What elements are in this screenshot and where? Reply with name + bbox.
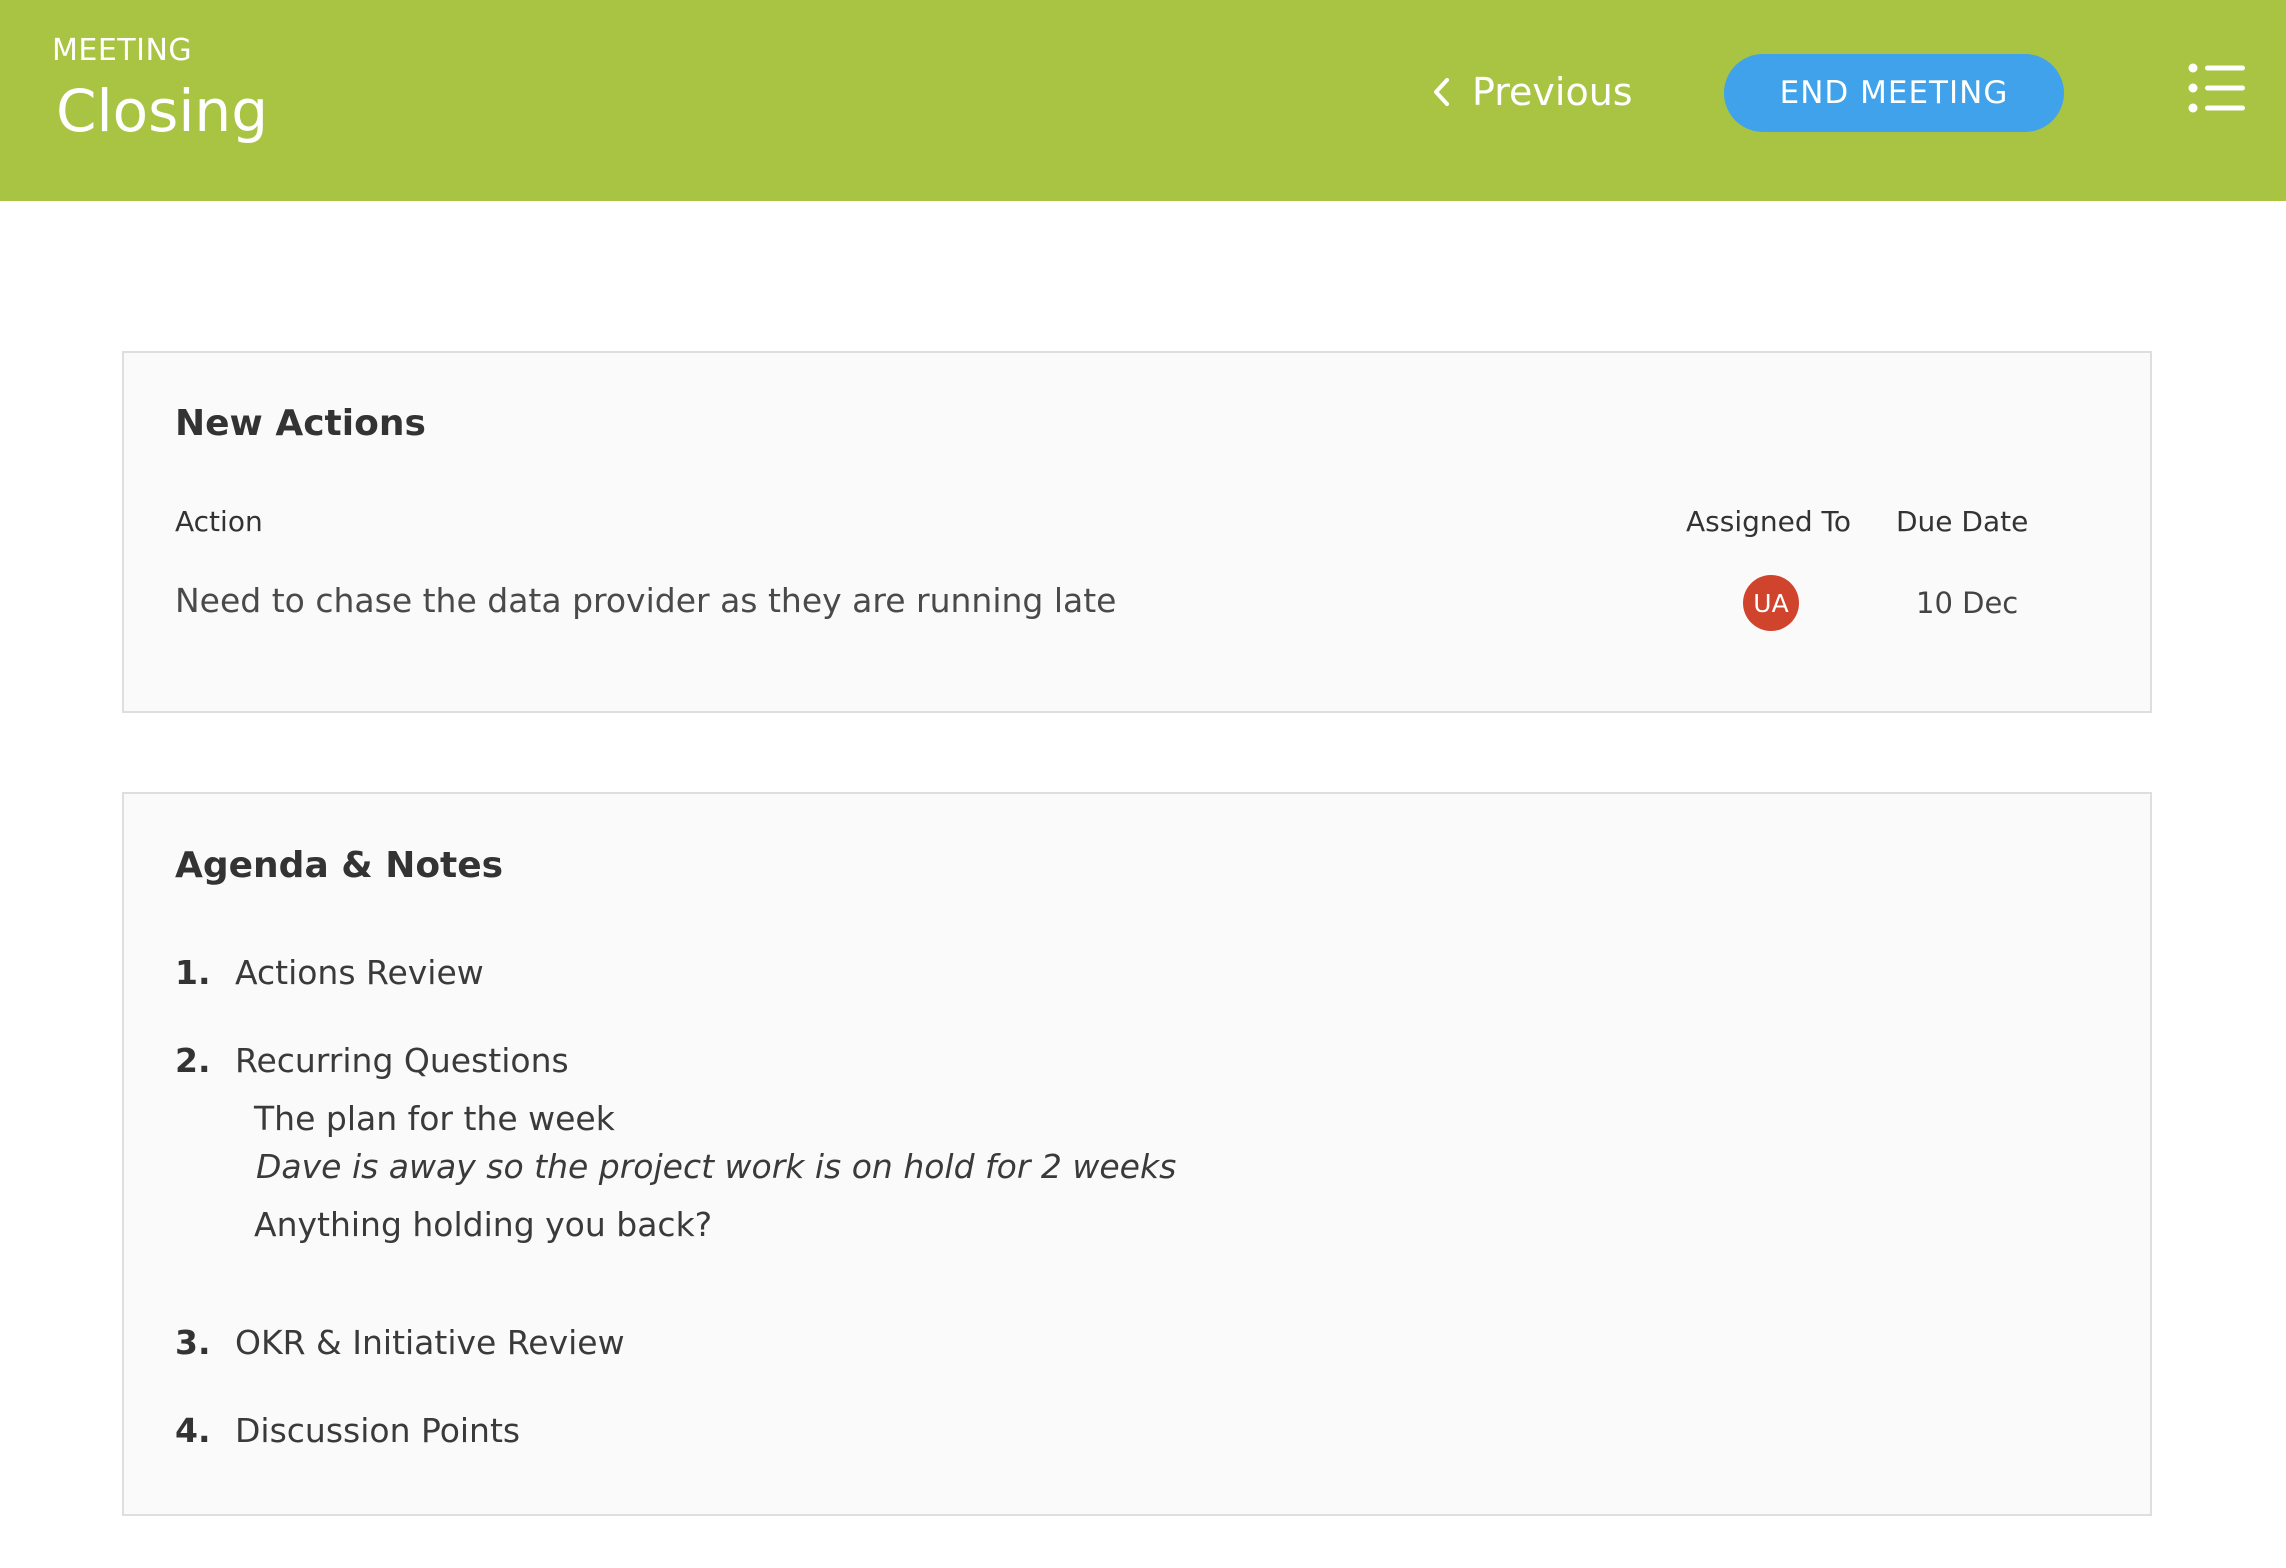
agenda-item[interactable]: 3. OKR & Initiative Review	[175, 1323, 625, 1362]
agenda-item[interactable]: 4. Discussion Points	[175, 1411, 520, 1450]
new-actions-card: New Actions Action Assigned To Due Date …	[122, 351, 2152, 713]
agenda-title: Agenda & Notes	[175, 845, 504, 886]
meeting-eyebrow: MEETING	[52, 33, 193, 68]
column-header-action: Action	[175, 505, 263, 538]
agenda-item-number: 2.	[175, 1041, 211, 1080]
agenda-item-number: 3.	[175, 1323, 211, 1362]
action-text[interactable]: Need to chase the data provider as they …	[175, 581, 1116, 620]
menu-button[interactable]	[2188, 62, 2246, 114]
agenda-item[interactable]: 1. Actions Review	[175, 953, 484, 992]
agenda-item-label: Actions Review	[235, 953, 484, 992]
recurring-question: Anything holding you back?	[254, 1205, 713, 1244]
agenda-item-number: 1.	[175, 953, 211, 992]
agenda-notes-card: Agenda & Notes 1. Actions Review 2. Recu…	[122, 792, 2152, 1516]
meeting-header: MEETING Closing Previous END MEETING	[0, 0, 2286, 201]
agenda-item[interactable]: 2. Recurring Questions	[175, 1041, 569, 1080]
recurring-question: The plan for the week	[254, 1099, 615, 1138]
column-header-assigned-to: Assigned To	[1686, 505, 1852, 538]
agenda-item-label: Discussion Points	[235, 1411, 521, 1450]
chevron-left-icon	[1434, 78, 1449, 106]
avatar[interactable]: UA	[1743, 575, 1799, 631]
question-note[interactable]: Dave is away so the project work is on h…	[256, 1147, 1176, 1186]
column-header-due-date: Due Date	[1896, 505, 2029, 538]
due-date-value[interactable]: 10 Dec	[1916, 586, 2018, 620]
previous-button[interactable]: Previous	[1432, 64, 1633, 120]
previous-label: Previous	[1472, 70, 1633, 114]
agenda-item-label: OKR & Initiative Review	[235, 1323, 625, 1362]
end-meeting-button[interactable]: END MEETING	[1724, 54, 2064, 132]
agenda-item-number: 4.	[175, 1411, 211, 1450]
list-menu-icon	[2188, 63, 2245, 113]
new-actions-title: New Actions	[175, 403, 426, 444]
agenda-item-label: Recurring Questions	[235, 1041, 569, 1080]
page-title: Closing	[56, 77, 269, 145]
